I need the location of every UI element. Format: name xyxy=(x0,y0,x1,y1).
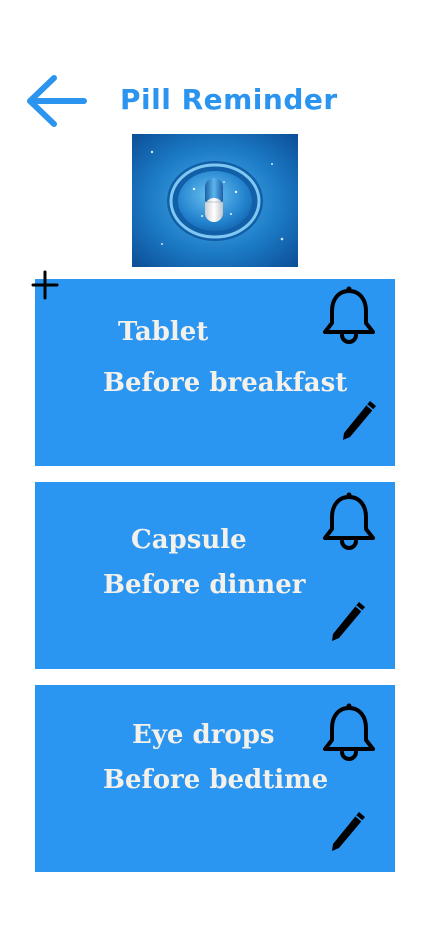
edit-reminder-button[interactable] xyxy=(329,598,369,644)
pencil-icon xyxy=(343,401,376,440)
bell-icon xyxy=(323,286,375,344)
reminder-card[interactable]: Tablet Before breakfast xyxy=(35,279,395,466)
reminder-time: Before dinner xyxy=(103,570,306,600)
reminder-time: Before bedtime xyxy=(103,765,329,795)
edit-reminder-button[interactable] xyxy=(340,397,380,443)
reminder-card[interactable]: Capsule Before dinner xyxy=(35,482,395,669)
reminder-card[interactable]: Eye drops Before bedtime xyxy=(35,685,395,872)
plus-icon xyxy=(31,270,59,300)
bell-icon xyxy=(323,492,375,550)
reminder-bell-button[interactable] xyxy=(320,491,378,553)
pencil-icon xyxy=(332,812,365,851)
arrow-left-icon xyxy=(27,75,87,127)
reminder-bell-button[interactable] xyxy=(320,285,378,347)
edit-reminder-button[interactable] xyxy=(329,808,369,854)
page-title: Pill Reminder xyxy=(120,83,338,116)
bell-icon xyxy=(323,703,375,761)
reminder-name: Eye drops xyxy=(132,720,275,750)
reminder-time: Before breakfast xyxy=(103,368,348,398)
back-button[interactable] xyxy=(26,74,88,128)
reminder-name: Tablet xyxy=(118,317,209,347)
add-reminder-button[interactable] xyxy=(31,270,59,300)
pencil-icon xyxy=(332,602,365,641)
reminder-bell-button[interactable] xyxy=(320,702,378,764)
pill-image xyxy=(132,134,298,267)
reminder-name: Capsule xyxy=(131,525,247,555)
